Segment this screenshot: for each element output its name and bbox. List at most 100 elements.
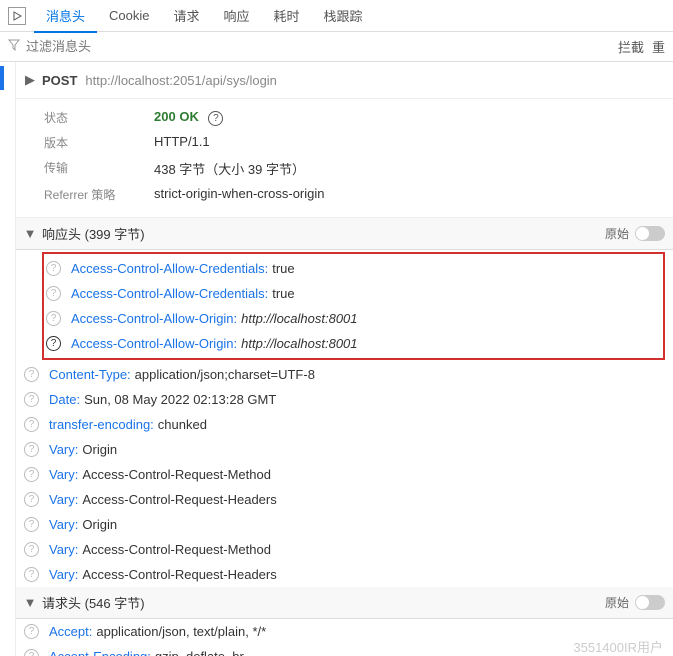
header-name: Vary: (49, 442, 78, 457)
referrer-label: Referrer 策略 (44, 186, 154, 203)
sidebar (0, 62, 16, 656)
help-icon[interactable]: ? (24, 367, 39, 382)
header-name: Access-Control-Allow-Origin: (71, 336, 237, 351)
caret-right-icon[interactable]: ▶ (24, 72, 36, 88)
help-icon[interactable]: ? (46, 336, 61, 351)
response-section-header[interactable]: ▼ 响应头 (399 字节) 原始 (16, 218, 673, 250)
resend-button[interactable]: 重 (652, 37, 665, 56)
header-row: ?Access-Control-Allow-Credentials: true (18, 256, 663, 281)
header-value: http://localhost:8001 (241, 311, 357, 326)
sidebar-indicator (0, 66, 4, 90)
raw-toggle[interactable] (635, 226, 665, 241)
header-value: Access-Control-Request-Method (82, 467, 271, 482)
version-label: 版本 (44, 134, 154, 151)
help-icon[interactable]: ? (208, 111, 223, 126)
header-name: Vary: (49, 492, 78, 507)
header-name: Accept: (49, 624, 92, 639)
request-method: POST (42, 73, 77, 88)
header-value: application/json, text/plain, */* (96, 624, 266, 639)
filter-icon (8, 39, 20, 54)
caret-down-icon[interactable]: ▼ (24, 226, 36, 241)
header-value: gzip, deflate, br (155, 649, 244, 656)
header-row: ? Vary: Origin (16, 512, 673, 537)
tabs-bar: 消息头 Cookie 请求 响应 耗时 栈跟踪 (0, 0, 673, 32)
inspector-icon[interactable] (8, 7, 26, 25)
header-row: ? Access-Control-Allow-Credentials: true (18, 281, 663, 306)
tab-response[interactable]: 响应 (212, 0, 262, 31)
header-name: transfer-encoding: (49, 417, 154, 432)
tab-timings[interactable]: 耗时 (262, 0, 312, 31)
tab-headers[interactable]: 消息头 (34, 0, 97, 33)
header-row: ? Vary: Access-Control-Request-Headers (16, 562, 673, 587)
header-value: Access-Control-Request-Headers (82, 492, 276, 507)
header-value: true (272, 286, 294, 301)
raw-label: 原始 (605, 594, 629, 611)
request-url: http://localhost:2051/api/sys/login (85, 73, 277, 88)
help-icon[interactable]: ? (24, 649, 39, 656)
request-section-title: 请求头 (546 字节) (42, 593, 145, 612)
header-value: Access-Control-Request-Method (82, 542, 271, 557)
status-label: 状态 (44, 109, 154, 126)
header-row: ? Accept-Encoding: gzip, deflate, br (16, 644, 673, 656)
help-icon[interactable]: ? (24, 517, 39, 532)
header-row: ? Date: Sun, 08 May 2022 02:13:28 GMT (16, 387, 673, 412)
filter-bar: 拦截 重 (0, 32, 673, 62)
header-name: Content-Type: (49, 367, 131, 382)
header-row: ? Vary: Access-Control-Request-Headers (16, 487, 673, 512)
header-row: ? transfer-encoding: chunked (16, 412, 673, 437)
help-icon[interactable]: ? (46, 261, 61, 276)
raw-label: 原始 (605, 225, 629, 242)
response-section-title: 响应头 (399 字节) (42, 224, 145, 243)
summary-block: 状态 200 OK ? 版本 HTTP/1.1 传输 438 字节（大小 39 … (16, 99, 673, 218)
header-row: ? Vary: Access-Control-Request-Method (16, 537, 673, 562)
response-headers-list: ? Access-Control-Allow-Credentials: true?… (16, 252, 673, 587)
header-name: Access-Control-Allow-Origin: (71, 311, 237, 326)
status-code: 200 (154, 109, 176, 124)
header-name: Vary: (49, 467, 78, 482)
highlighted-headers: ? Access-Control-Allow-Credentials: true?… (42, 252, 665, 360)
header-row: ? Access-Control-Allow-Origin: http://loc… (18, 331, 663, 356)
header-value: http://localhost:8001 (241, 336, 357, 351)
header-row: ? Vary: Origin (16, 437, 673, 462)
tab-request[interactable]: 请求 (161, 0, 211, 31)
header-row: ? Vary: Access-Control-Request-Method (16, 462, 673, 487)
header-name: Access-Control-Allow-Credentials: (71, 286, 268, 301)
transfer-label: 传输 (44, 159, 154, 178)
header-value: Origin (82, 517, 117, 532)
caret-down-icon[interactable]: ▼ (24, 595, 36, 610)
header-name: Vary: (49, 517, 78, 532)
raw-toggle[interactable] (635, 595, 665, 610)
header-row: ? Accept: application/json, text/plain, *… (16, 619, 673, 644)
header-value: chunked (158, 417, 207, 432)
header-row: ? Access-Control-Allow-Origin: http://loc… (18, 306, 663, 331)
header-name: Accept-Encoding: (49, 649, 151, 656)
header-name: Date: (49, 392, 80, 407)
help-icon[interactable]: ? (24, 392, 39, 407)
help-icon[interactable]: ? (24, 492, 39, 507)
header-name: Vary: (49, 567, 78, 582)
tab-cookies[interactable]: Cookie (97, 2, 161, 29)
header-name: Vary: (49, 542, 78, 557)
help-icon[interactable]: ? (24, 467, 39, 482)
filter-input[interactable] (26, 39, 226, 54)
request-headers-list: ? Accept: application/json, text/plain, *… (16, 619, 673, 656)
request-section-header[interactable]: ▼ 请求头 (546 字节) 原始 (16, 587, 673, 619)
header-value: application/json;charset=UTF-8 (135, 367, 315, 382)
header-value: Access-Control-Request-Headers (82, 567, 276, 582)
help-icon[interactable]: ? (46, 286, 61, 301)
help-icon[interactable]: ? (46, 311, 61, 326)
intercept-button[interactable]: 拦截 (618, 37, 644, 56)
referrer-value: strict-origin-when-cross-origin (154, 186, 325, 203)
header-value: Sun, 08 May 2022 02:13:28 GMT (84, 392, 276, 407)
help-icon[interactable]: ? (24, 624, 39, 639)
header-value: true (272, 261, 294, 276)
version-value: HTTP/1.1 (154, 134, 210, 151)
header-row: ? Content-Type: application/json;charset=… (16, 362, 673, 387)
help-icon[interactable]: ? (24, 567, 39, 582)
help-icon[interactable]: ? (24, 542, 39, 557)
help-icon[interactable]: ? (24, 442, 39, 457)
request-line: ▶ POST http://localhost:2051/api/sys/log… (16, 62, 673, 99)
header-value: Origin (82, 442, 117, 457)
help-icon[interactable]: ? (24, 417, 39, 432)
tab-stacktrace[interactable]: 栈跟踪 (312, 0, 375, 31)
